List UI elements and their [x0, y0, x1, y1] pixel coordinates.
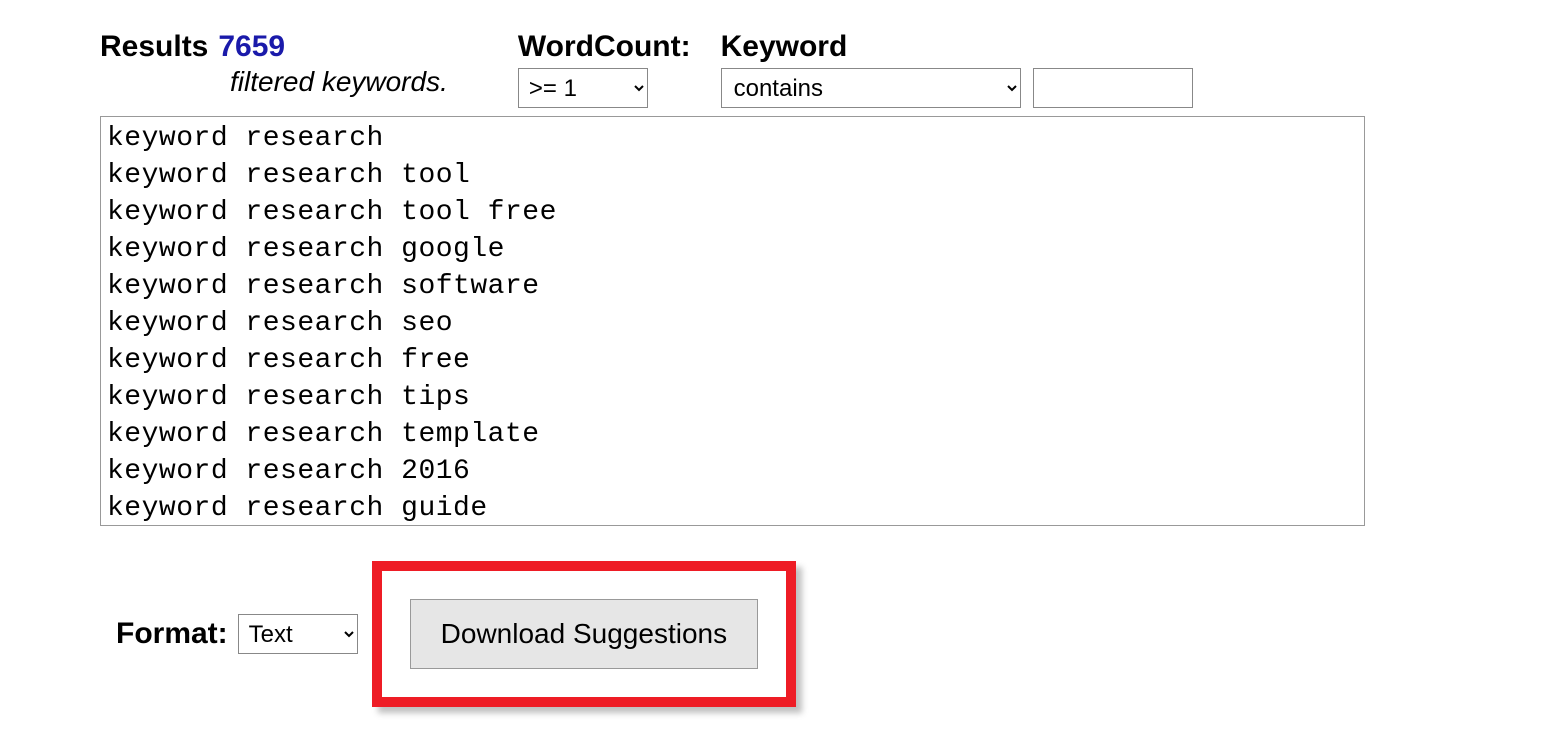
- wordcount-label: WordCount:: [518, 30, 691, 64]
- format-label: Format:: [116, 617, 228, 651]
- results-textarea[interactable]: [100, 116, 1365, 526]
- results-label: Results: [100, 30, 208, 64]
- format-select[interactable]: Text: [238, 614, 358, 654]
- keyword-filter-input[interactable]: [1033, 68, 1193, 108]
- wordcount-select[interactable]: >= 1: [518, 68, 648, 108]
- results-count: 7659: [218, 30, 285, 64]
- download-highlight-box: Download Suggestions: [372, 561, 796, 707]
- filtered-keywords-text: filtered keywords.: [100, 66, 448, 98]
- download-suggestions-button[interactable]: Download Suggestions: [410, 599, 758, 669]
- keyword-label: Keyword: [721, 30, 1193, 64]
- keyword-filter-select[interactable]: contains: [721, 68, 1021, 108]
